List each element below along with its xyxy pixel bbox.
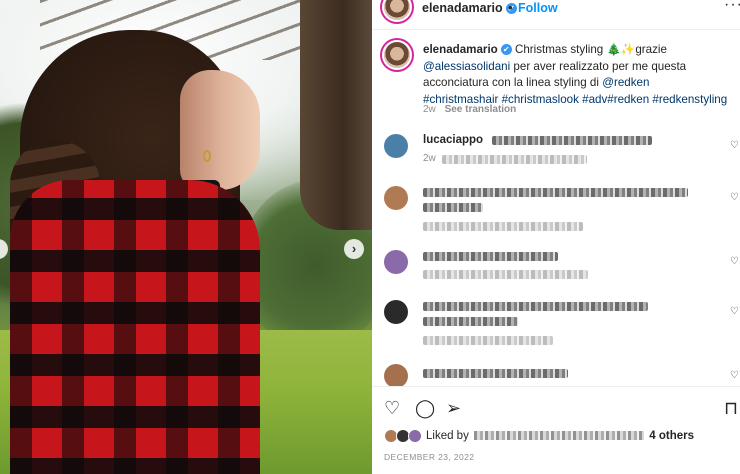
post-actions: ♡ ◯ ➢ ⊓ Liked by 4 others DECEMBER 23, 2…	[372, 386, 740, 474]
username-text[interactable]: elenadamario	[422, 1, 503, 15]
avatar[interactable]	[384, 0, 410, 20]
comment-list[interactable]: lucaciappo 2w ♡ ♡ ♡ ♡ ♡	[372, 124, 740, 386]
comment-like-icon[interactable]: ♡	[730, 370, 739, 381]
mention-link[interactable]: @alessiasolidani	[423, 60, 510, 73]
comment-like-icon[interactable]: ♡	[730, 306, 739, 317]
caption-username[interactable]: elenadamario	[423, 43, 498, 56]
post-photo[interactable]: ‹ ›	[0, 0, 372, 474]
comment-text-blurred	[423, 369, 568, 378]
caption-age: 2w	[423, 104, 436, 115]
liked-by-blurred	[474, 431, 645, 441]
caption-avatar[interactable]	[384, 42, 410, 68]
follow-button[interactable]: Follow	[518, 1, 558, 15]
comment-text-blurred	[423, 188, 688, 197]
comment-meta-blurred	[423, 270, 588, 279]
comment-meta-blurred	[442, 155, 587, 164]
photo-face	[180, 70, 260, 190]
comment-like-icon[interactable]: ♡	[730, 192, 739, 203]
comment-avatar[interactable]	[384, 250, 408, 274]
comment-like-icon[interactable]: ♡	[730, 256, 739, 267]
comment-meta-blurred	[423, 222, 583, 231]
bookmark-icon[interactable]: ⊓	[724, 399, 738, 417]
verified-icon: ✔	[500, 44, 512, 56]
comment-icon[interactable]: ◯	[415, 399, 435, 417]
comment-text-blurred	[423, 317, 518, 326]
comment-meta-blurred	[423, 336, 553, 345]
comment-text-blurred	[423, 252, 558, 261]
more-options-icon[interactable]: ···	[724, 0, 740, 14]
comment-username[interactable]: lucaciappo	[423, 134, 483, 146]
heart-icon[interactable]: ♡	[384, 399, 400, 417]
next-photo-button[interactable]: ›	[344, 239, 364, 259]
comment-text-blurred	[423, 203, 483, 212]
comment-avatar[interactable]	[384, 186, 408, 210]
caption-meta: 2w See translation	[423, 104, 522, 115]
mention-link[interactable]: @redken	[602, 76, 649, 89]
comment-avatar[interactable]	[384, 300, 408, 324]
post-date[interactable]: DECEMBER 23, 2022	[384, 452, 474, 462]
comment-time: 2w	[423, 153, 436, 164]
share-icon[interactable]: ➢	[446, 399, 461, 417]
liked-by-prefix: Liked by	[426, 430, 469, 442]
photo-plaid-shirt	[10, 180, 260, 474]
comment-text-blurred	[423, 302, 648, 311]
comment-text-blurred	[492, 136, 652, 145]
caption-body-1: Christmas styling 🎄✨grazie	[514, 43, 667, 56]
separator-dot: •	[508, 0, 513, 15]
post-header: elenadamario✔ • Follow ···	[372, 0, 740, 30]
comment-avatar[interactable]	[384, 134, 408, 158]
see-translation-link[interactable]: See translation	[445, 104, 517, 115]
header-username[interactable]: elenadamario ✔	[422, 1, 517, 15]
photo-earring	[203, 150, 211, 162]
post-side-panel: elenadamario✔ • Follow ··· elenadamario✔…	[372, 0, 740, 474]
caption-text: elenadamario ✔ Christmas styling 🎄✨grazie…	[423, 42, 728, 108]
comment-like-icon[interactable]: ♡	[730, 140, 739, 151]
comment-avatar[interactable]	[384, 364, 408, 386]
photo-tree-trunk	[300, 0, 372, 230]
liked-others[interactable]: 4 others	[649, 430, 694, 442]
liked-by-line[interactable]: Liked by 4 others	[426, 430, 694, 442]
liker-avatar[interactable]	[408, 429, 422, 443]
